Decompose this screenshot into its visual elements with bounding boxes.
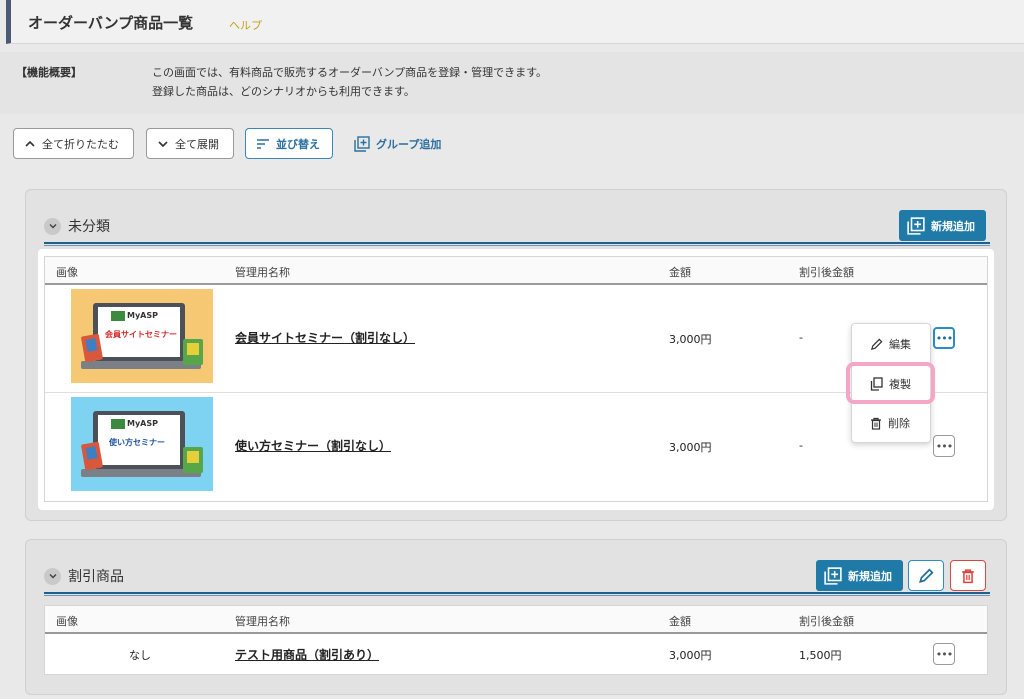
- add-item-button[interactable]: 新規追加: [899, 210, 986, 241]
- add-icon: [824, 566, 842, 585]
- sort-label: 並び替え: [276, 137, 320, 151]
- more-icon: •••: [935, 439, 953, 453]
- menu-item-delete[interactable]: 削除: [852, 407, 932, 439]
- col-image: 画像: [56, 266, 78, 279]
- collapse-all-button[interactable]: 全て折りたたむ: [13, 128, 134, 159]
- thumbnail-brand: MyASP: [127, 419, 158, 428]
- add-group-icon: [354, 136, 370, 152]
- add-item-button[interactable]: 新規追加: [816, 560, 903, 591]
- menu-edit-label: 編集: [889, 338, 911, 351]
- product-price: 3,000円: [669, 649, 712, 662]
- divider: [44, 592, 990, 596]
- sort-button[interactable]: 並び替え: [245, 128, 333, 159]
- col-discount-price: 割引後金額: [799, 615, 854, 628]
- thumbnail-text: 会員サイトセミナー: [105, 330, 177, 339]
- menu-item-edit[interactable]: 編集: [852, 328, 932, 360]
- feature-description: 【機能概要】 この画面では、有料商品で販売するオーダーバンプ商品を登録・管理でき…: [0, 52, 1024, 114]
- pencil-icon: [919, 568, 934, 583]
- group-title: 割引商品: [68, 569, 124, 585]
- edit-group-button[interactable]: [908, 560, 944, 591]
- product-discount-price: 1,500円: [799, 649, 842, 662]
- group-header[interactable]: 未分類: [44, 216, 110, 236]
- pencil-icon: [870, 338, 883, 350]
- product-thumbnail: MyASP 会員サイトセミナー: [71, 289, 213, 383]
- more-options-button[interactable]: •••: [933, 435, 955, 457]
- product-discount-price: -: [799, 439, 803, 452]
- add-icon: [907, 216, 925, 235]
- expand-all-button[interactable]: 全て展開: [146, 128, 234, 159]
- description-label: 【機能概要】: [16, 66, 82, 79]
- description-line: 登録した商品は、どのシナリオからも利用できます。: [152, 85, 415, 98]
- add-group-label: グループ追加: [376, 138, 442, 151]
- divider: [44, 242, 990, 246]
- page-header: オーダーバンプ商品一覧 ヘルプ: [6, 0, 1024, 44]
- product-name-link[interactable]: テスト用商品（割引あり）: [235, 646, 379, 663]
- chevron-down-icon[interactable]: [44, 567, 61, 585]
- group-header[interactable]: 割引商品: [44, 566, 124, 586]
- table-row: なし テスト用商品（割引あり） 3,000円 1,500円 •••: [45, 634, 987, 674]
- more-options-button[interactable]: •••: [933, 643, 955, 665]
- thumbnail-text: 使い方セミナー: [109, 438, 165, 447]
- group-title: 未分類: [68, 219, 110, 235]
- product-price: 3,000円: [669, 441, 712, 454]
- thumbnail-brand: MyASP: [127, 311, 158, 320]
- menu-delete-label: 削除: [888, 417, 910, 430]
- table-header: 画像 管理用名称 金額 割引後金額: [45, 606, 987, 634]
- description-line: この画面では、有料商品で販売するオーダーバンプ商品を登録・管理できます。: [152, 66, 548, 79]
- product-name-link[interactable]: 使い方セミナー（割引なし）: [235, 437, 391, 454]
- duplicate-highlight: [846, 362, 935, 404]
- col-discount-price: 割引後金額: [799, 266, 854, 279]
- col-image: 画像: [56, 615, 78, 628]
- col-price: 金額: [669, 266, 691, 279]
- chevron-up-icon: [25, 140, 35, 147]
- delete-group-button[interactable]: [950, 560, 986, 591]
- product-discount-price: -: [799, 331, 803, 344]
- col-price: 金額: [669, 615, 691, 628]
- col-name: 管理用名称: [235, 266, 290, 279]
- help-link[interactable]: ヘルプ: [229, 17, 262, 33]
- expand-all-label: 全て展開: [175, 137, 219, 151]
- product-image-none: なし: [129, 649, 151, 662]
- page-title: オーダーバンプ商品一覧: [28, 14, 194, 32]
- product-price: 3,000円: [669, 333, 712, 346]
- product-name-link[interactable]: 会員サイトセミナー（割引なし）: [235, 329, 415, 346]
- trash-icon: [871, 417, 881, 430]
- more-icon: •••: [935, 647, 953, 661]
- add-group-button[interactable]: グループ追加: [354, 136, 441, 152]
- col-name: 管理用名称: [235, 615, 290, 628]
- trash-icon: [962, 568, 974, 583]
- chevron-down-icon[interactable]: [44, 217, 61, 235]
- add-item-label: 新規追加: [848, 569, 892, 583]
- table-header: 画像 管理用名称 金額 割引後金額: [45, 257, 987, 285]
- product-thumbnail: MyASP 使い方セミナー: [71, 397, 213, 491]
- table-row: MyASP 使い方セミナー 使い方セミナー（割引なし） 3,000円 - •••: [45, 393, 987, 501]
- sort-icon: [257, 138, 269, 149]
- more-icon: •••: [935, 331, 953, 345]
- chevron-down-icon: [158, 140, 168, 147]
- more-options-button[interactable]: •••: [933, 327, 955, 349]
- add-item-label: 新規追加: [931, 219, 975, 233]
- collapse-all-label: 全て折りたたむ: [42, 137, 119, 151]
- product-table: 画像 管理用名称 金額 割引後金額 なし テスト用商品（割引あり） 3,000円…: [44, 605, 988, 675]
